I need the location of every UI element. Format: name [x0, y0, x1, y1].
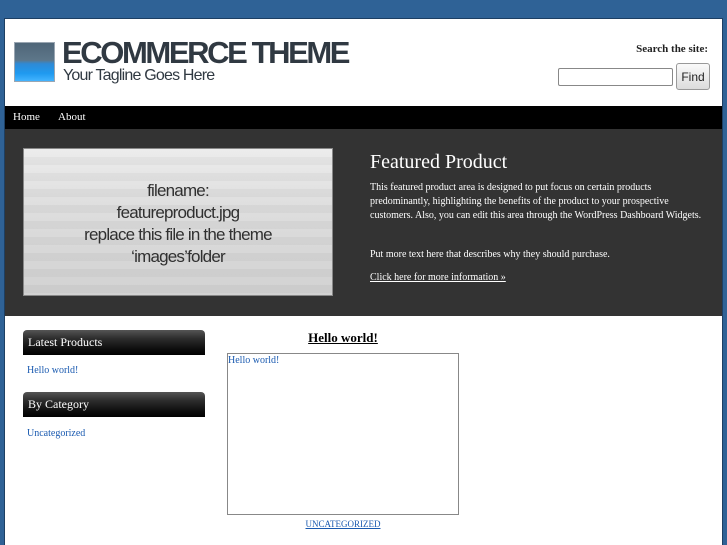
main-nav: Home About: [5, 106, 722, 129]
logo-icon[interactable]: [14, 42, 55, 82]
post-image-link[interactable]: Hello world!: [228, 355, 279, 366]
latest-product-link[interactable]: Hello world!: [27, 365, 78, 376]
nav-item-home[interactable]: Home: [13, 111, 40, 123]
post-category-link[interactable]: UNCATEGORIZED: [227, 519, 459, 529]
image-text-line: replace this file in the theme: [84, 225, 272, 244]
search-label: Search the site:: [636, 43, 708, 55]
post-title-link[interactable]: Hello world!: [227, 330, 459, 346]
more-info-link[interactable]: Click here for more information »: [370, 272, 506, 283]
by-category-heading: By Category: [23, 392, 205, 417]
latest-products-heading: Latest Products: [23, 330, 205, 355]
image-text-line: featureproduct.jpg: [116, 203, 240, 222]
site-tagline: Your Tagline Goes Here: [63, 67, 215, 84]
featured-description: This featured product area is designed t…: [370, 182, 702, 221]
featured-product-section: filename: featureproduct.jpg replace thi…: [5, 129, 722, 316]
post-image-frame: Hello world!: [227, 353, 459, 515]
featured-description-2: Put more text here that describes why th…: [370, 249, 610, 260]
page-container: ECOMMERCE THEME Your Tagline Goes Here S…: [4, 18, 723, 545]
search-input[interactable]: [558, 68, 673, 86]
image-text-line: filename:: [147, 181, 210, 200]
featured-product-image: filename: featureproduct.jpg replace thi…: [23, 148, 333, 296]
image-text-line: ‘images’folder: [131, 247, 225, 266]
featured-title: Featured Product: [370, 151, 508, 173]
find-button[interactable]: Find: [676, 63, 710, 90]
nav-item-about[interactable]: About: [58, 111, 86, 123]
site-title[interactable]: ECOMMERCE THEME: [62, 36, 350, 70]
category-link[interactable]: Uncategorized: [27, 428, 85, 439]
site-header: ECOMMERCE THEME Your Tagline Goes Here S…: [5, 19, 722, 106]
